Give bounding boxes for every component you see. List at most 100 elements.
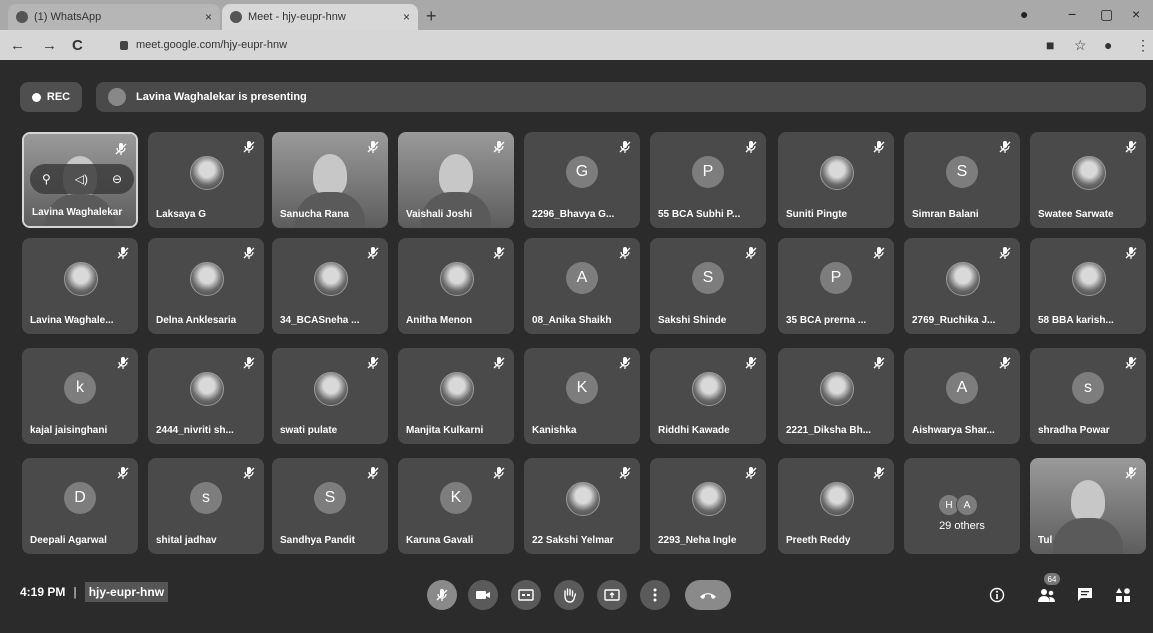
other-participants-tile[interactable]: H A 29 others — [904, 458, 1020, 554]
forward-button[interactable]: → — [42, 37, 57, 54]
participant-tile[interactable]: Delna Anklesaria — [148, 238, 264, 334]
participant-tile[interactable]: 2444_nivriti sh... — [148, 348, 264, 444]
mic-off-icon — [242, 356, 256, 370]
mic-off-icon — [872, 140, 886, 154]
participant-tile[interactable]: Swatee Sarwate — [1030, 132, 1146, 228]
participant-tile[interactable]: Sanucha Rana — [272, 132, 388, 228]
participant-name: shital jadhav — [156, 535, 217, 546]
participant-tile[interactable]: Riddhi Kawade — [650, 348, 766, 444]
reload-button[interactable]: C — [72, 37, 83, 54]
url-field[interactable]: meet.google.com/hjy-eupr-hnw — [108, 34, 1028, 56]
participant-tile[interactable]: A 08_Anika Shaikh — [524, 238, 640, 334]
participant-tile[interactable]: 2221_Diksha Bh... — [778, 348, 894, 444]
new-tab-button[interactable]: + — [426, 6, 437, 27]
participant-name: Sanucha Rana — [280, 209, 349, 220]
participant-name: shradha Powar — [1038, 425, 1110, 436]
participant-tile[interactable]: P 35 BCA prerna ... — [778, 238, 894, 334]
participant-face — [313, 154, 347, 196]
participant-tile[interactable]: G 2296_Bhavya G... — [524, 132, 640, 228]
present-button[interactable] — [597, 580, 627, 610]
avatar — [314, 262, 348, 296]
avatar: D — [64, 482, 96, 514]
meeting-info: 4:19 PM | hjy-eupr-hnw — [20, 582, 169, 602]
mic-off-icon — [618, 246, 632, 260]
participant-tile[interactable]: 22 Sakshi Yelmar — [524, 458, 640, 554]
avatar — [440, 372, 474, 406]
maximize-button[interactable]: ▢ — [1100, 6, 1113, 23]
minimize-button[interactable]: − — [1068, 6, 1076, 22]
close-window-button[interactable]: × — [1132, 6, 1140, 22]
participant-tile[interactable]: Laksaya G — [148, 132, 264, 228]
activities-button[interactable] — [1112, 584, 1134, 606]
camera-button[interactable] — [468, 580, 498, 610]
raise-hand-button[interactable] — [554, 580, 584, 610]
participant-tile[interactable]: S Sakshi Shinde — [650, 238, 766, 334]
people-button[interactable] — [1036, 584, 1058, 606]
mic-button[interactable] — [427, 580, 457, 610]
participant-tile[interactable]: Suniti Pingte — [778, 132, 894, 228]
participant-name: Suniti Pingte — [786, 209, 848, 220]
avatar — [692, 482, 726, 516]
participant-tile[interactable]: 2293_Neha Ingle — [650, 458, 766, 554]
camera-in-use-icon[interactable]: ■ — [1046, 37, 1054, 53]
avatar[interactable]: ● — [1104, 37, 1112, 53]
mic-off-icon — [366, 466, 380, 480]
participant-tile[interactable]: k kajal jaisinghani — [22, 348, 138, 444]
back-button[interactable]: ← — [10, 37, 25, 54]
hang-up-icon — [700, 593, 716, 599]
mic-off-icon — [998, 246, 1012, 260]
participant-name: 34_BCASneha ... — [280, 315, 360, 326]
tab-whatsapp[interactable]: (1) WhatsApp × — [8, 4, 220, 30]
mic-off-icon — [366, 140, 380, 154]
participant-tile[interactable]: K Karuna Gavali — [398, 458, 514, 554]
participant-tile[interactable]: Vaishali Joshi — [398, 132, 514, 228]
bookmark-star-icon[interactable]: ☆ — [1074, 37, 1087, 54]
people-icon — [1038, 589, 1055, 602]
leave-call-button[interactable] — [685, 580, 731, 610]
more-options-button[interactable] — [640, 580, 670, 610]
meet-icon — [230, 11, 242, 23]
close-tab-icon[interactable]: × — [403, 10, 410, 24]
mic-off-icon — [116, 356, 130, 370]
participant-tile[interactable]: A Aishwarya Shar... — [904, 348, 1020, 444]
participant-tile[interactable]: S Simran Balani — [904, 132, 1020, 228]
participant-tile[interactable]: P 55 BCA Subhi P... — [650, 132, 766, 228]
participant-tile[interactable]: S Sandhya Pandit — [272, 458, 388, 554]
profile-dot-icon[interactable]: ● — [1020, 6, 1028, 22]
participant-name: 35 BCA prerna ... — [786, 315, 867, 326]
participant-name: 22 Sakshi Yelmar — [532, 535, 614, 546]
more-vert-icon — [653, 588, 657, 602]
participant-tile[interactable]: Preeth Reddy — [778, 458, 894, 554]
pin-icon[interactable]: ⚲ — [42, 172, 51, 186]
minimize-self-icon[interactable]: ⊖ — [112, 172, 122, 186]
participant-tile[interactable]: 34_BCASneha ... — [272, 238, 388, 334]
chat-button[interactable] — [1074, 584, 1096, 606]
menu-icon[interactable]: ⋮ — [1136, 37, 1150, 54]
avatar: s — [1072, 372, 1104, 404]
avatar — [440, 262, 474, 296]
close-tab-icon[interactable]: × — [205, 10, 212, 24]
captions-button[interactable] — [511, 580, 541, 610]
others-count: 29 others — [939, 520, 985, 532]
participant-tile[interactable]: D Deepali Agarwal — [22, 458, 138, 554]
presenting-banner[interactable]: Lavina Waghalekar is presenting — [96, 82, 1146, 112]
volume-icon[interactable]: ◁) — [75, 172, 88, 186]
participant-tile[interactable]: 58 BBA karish... — [1030, 238, 1146, 334]
tab-meet[interactable]: Meet - hjy-eupr-hnw × — [222, 4, 418, 30]
presenter-avatar — [108, 88, 126, 106]
participant-tile[interactable]: Tul — [1030, 458, 1146, 554]
participant-tile[interactable]: Lavina Waghale... — [22, 238, 138, 334]
participant-name: Karuna Gavali — [406, 535, 474, 546]
mic-off-icon — [1124, 356, 1138, 370]
participant-tile[interactable]: K Kanishka — [524, 348, 640, 444]
participant-tile[interactable]: 2769_Ruchika J... — [904, 238, 1020, 334]
participant-tile[interactable]: ⚲ ◁) ⊖ Lavina Waghalekar — [22, 132, 138, 228]
participant-tile[interactable]: Anitha Menon — [398, 238, 514, 334]
participant-name: kajal jaisinghani — [30, 425, 108, 436]
participant-tile[interactable]: Manjita Kulkarni — [398, 348, 514, 444]
participant-name: 2296_Bhavya G... — [532, 209, 615, 220]
participant-tile[interactable]: s shital jadhav — [148, 458, 264, 554]
participant-tile[interactable]: swati pulate — [272, 348, 388, 444]
meeting-details-button[interactable] — [986, 584, 1008, 606]
participant-tile[interactable]: s shradha Powar — [1030, 348, 1146, 444]
